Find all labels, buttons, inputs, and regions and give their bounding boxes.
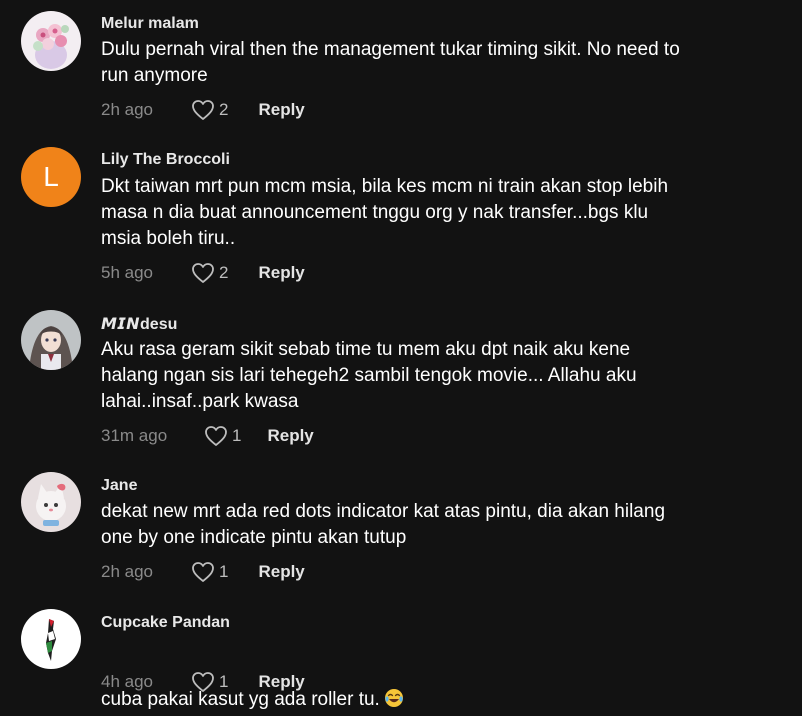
laughing-tears-emoji-icon bbox=[384, 662, 404, 716]
like-button[interactable]: 2 bbox=[191, 262, 228, 284]
comment-meta: 31m ago 1 Reply bbox=[101, 424, 314, 448]
comment-author[interactable]: Jane bbox=[101, 477, 137, 495]
reply-button[interactable]: Reply bbox=[258, 562, 304, 582]
like-button[interactable]: 2 bbox=[191, 99, 228, 121]
avatar[interactable] bbox=[21, 11, 81, 71]
comment-author[interactable]: Cupcake Pandan bbox=[101, 614, 230, 632]
author-plain-part: desu bbox=[140, 316, 178, 333]
like-count: 2 bbox=[219, 263, 229, 282]
heart-icon bbox=[192, 263, 214, 283]
comment-time: 5h ago bbox=[101, 263, 153, 282]
avatar-letter: L bbox=[43, 161, 59, 192]
flower-bouquet-avatar-icon bbox=[21, 11, 81, 71]
palestine-map-avatar-icon bbox=[21, 609, 81, 669]
cartoon-cat-avatar-icon bbox=[21, 472, 81, 532]
comment-meta: 5h ago 2 Reply bbox=[101, 261, 305, 285]
comment-meta: 4h ago 1 Reply bbox=[101, 670, 305, 694]
like-button[interactable]: 1 bbox=[191, 671, 228, 693]
reply-button[interactable]: Reply bbox=[258, 263, 304, 283]
avatar[interactable]: L bbox=[21, 147, 81, 207]
anime-girl-avatar-icon bbox=[21, 310, 81, 370]
comment-time: 2h ago bbox=[101, 100, 153, 119]
comment-time: 31m ago bbox=[101, 426, 168, 445]
comment-meta: 2h ago 1 Reply bbox=[101, 560, 305, 584]
like-count: 1 bbox=[232, 426, 242, 445]
like-count: 1 bbox=[219, 672, 229, 691]
comment-text: Dkt taiwan mrt pun mcm msia, bila kes mc… bbox=[101, 176, 669, 249]
like-count: 2 bbox=[219, 100, 229, 119]
like-button[interactable]: 1 bbox=[204, 425, 241, 447]
comment-time: 4h ago bbox=[101, 672, 153, 691]
reply-button[interactable]: Reply bbox=[258, 100, 304, 120]
reply-button[interactable]: Reply bbox=[258, 672, 304, 692]
comment-author[interactable]: Melur malam bbox=[101, 15, 199, 33]
avatar[interactable] bbox=[21, 310, 81, 370]
heart-icon bbox=[192, 672, 214, 692]
reply-button[interactable]: Reply bbox=[267, 426, 313, 446]
comment-meta: 2h ago 2 Reply bbox=[101, 98, 305, 122]
like-button[interactable]: 1 bbox=[191, 561, 228, 583]
comment-text: Aku rasa geram sikit sebab time tu mem a… bbox=[101, 339, 637, 412]
comment-author[interactable]: Lily The Broccoli bbox=[101, 151, 230, 169]
author-styled-part: 𝙈𝙄𝙉 bbox=[101, 316, 141, 333]
heart-icon bbox=[205, 426, 227, 446]
comment-text: dekat new mrt ada red dots indicator kat… bbox=[101, 501, 666, 548]
heart-icon bbox=[192, 100, 214, 120]
comment-time: 2h ago bbox=[101, 562, 153, 581]
comment-author[interactable]: 𝙈𝙄𝙉desu bbox=[101, 314, 177, 334]
heart-icon bbox=[192, 562, 214, 582]
comment-text: Dulu pernah viral then the management tu… bbox=[101, 39, 680, 86]
avatar[interactable] bbox=[21, 609, 81, 669]
like-count: 1 bbox=[219, 562, 229, 581]
avatar[interactable] bbox=[21, 472, 81, 532]
